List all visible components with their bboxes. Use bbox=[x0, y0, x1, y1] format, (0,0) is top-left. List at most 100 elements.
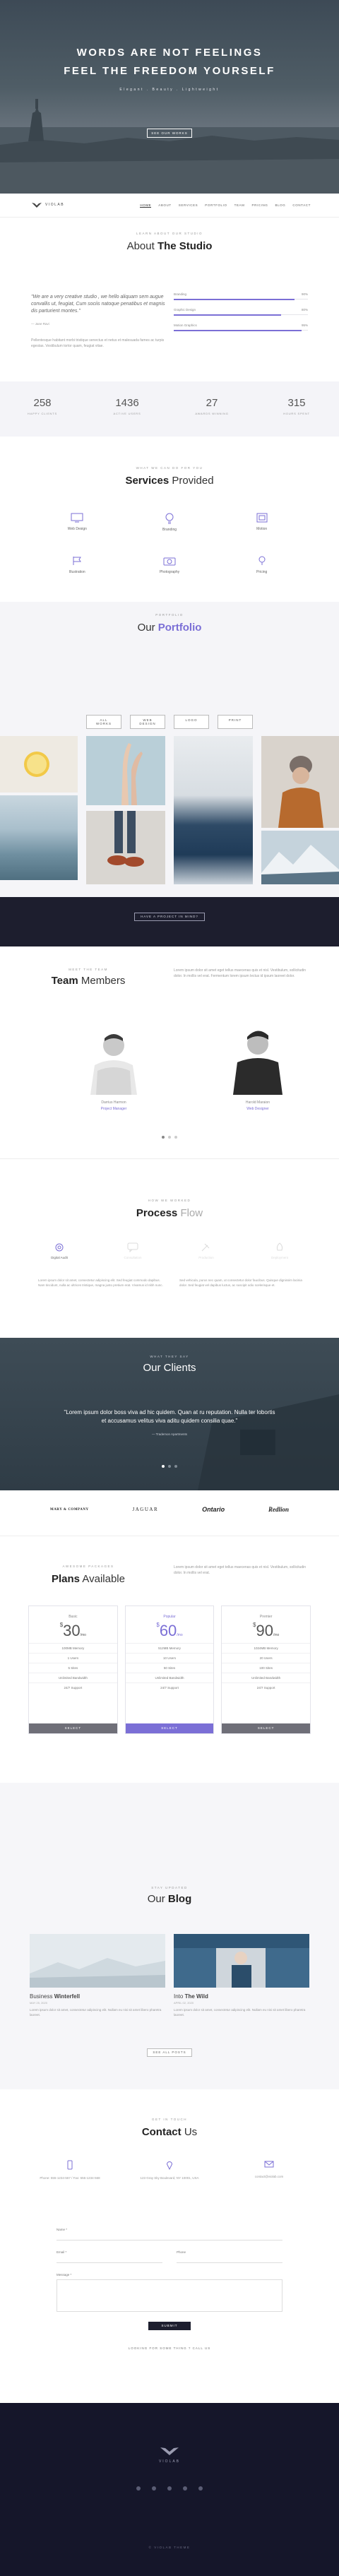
price-amount: 90 bbox=[256, 1622, 273, 1639]
pricing-intro: Lorem ipsum dolor sit amet eget tellus m… bbox=[174, 1565, 307, 1575]
blog-post-excerpt: Lorem ipsum dolor sit amet, consectetur … bbox=[30, 2008, 162, 2017]
clients-section: WHAT THEY SAY Our Clients "Lorem ipsum d… bbox=[0, 1338, 339, 1490]
portfolio-gallery bbox=[0, 736, 339, 897]
carousel-dot[interactable] bbox=[174, 1465, 177, 1468]
pricing-section: AWESOME PACKAGES Plans Available Lorem i… bbox=[0, 1536, 339, 1783]
client-logo[interactable]: MARY & COMPANY bbox=[50, 1508, 89, 1512]
process-step[interactable]: Consultation bbox=[105, 1242, 161, 1259]
email-field[interactable]: Email * bbox=[56, 2248, 162, 2263]
carousel-dot[interactable] bbox=[168, 1136, 171, 1139]
post-title-light: Into bbox=[174, 1993, 184, 2000]
service-item[interactable]: Photography bbox=[124, 556, 216, 574]
process-step[interactable]: Deployment bbox=[251, 1242, 308, 1259]
process-step[interactable]: Production bbox=[178, 1242, 234, 1259]
linkedin-icon[interactable] bbox=[183, 2486, 187, 2491]
nav-item-team[interactable]: TEAM bbox=[234, 203, 245, 208]
carousel-dot[interactable] bbox=[162, 1136, 165, 1139]
service-item[interactable]: Motion bbox=[215, 513, 308, 532]
portfolio-item-portrait[interactable] bbox=[261, 736, 339, 828]
blog-post-card[interactable]: Business Winterfell MAY 25, 2020 Lorem i… bbox=[30, 1934, 165, 2017]
price-period: /mo bbox=[80, 1633, 86, 1637]
contact-info-item: 123 Gray Sky Boulevard, NY 10001, USA bbox=[131, 2160, 208, 2180]
facebook-icon[interactable] bbox=[136, 2486, 141, 2491]
plan-features: 1024MB Memory 20 Users 100 Sites Unlimit… bbox=[222, 1643, 311, 1692]
plan-feature: 10 Users bbox=[125, 1653, 214, 1663]
plan-feature: 20 Users bbox=[222, 1653, 311, 1663]
blog-post-image bbox=[30, 1934, 165, 1988]
footer-logo[interactable]: VIOLAB bbox=[0, 2445, 339, 2464]
skill-name: Branding bbox=[174, 292, 187, 296]
brand-logo[interactable]: VIOLAB bbox=[31, 201, 64, 208]
price-period: /mo bbox=[273, 1633, 280, 1637]
carousel-dot[interactable] bbox=[174, 1136, 177, 1139]
team-member-card[interactable]: Darrius Harmon Project Manager bbox=[68, 1021, 160, 1111]
clients-quote: "Lorem ipsum dolor boss viva ad hic quid… bbox=[64, 1409, 275, 1424]
plan-select-button[interactable]: SELECT bbox=[125, 1723, 214, 1733]
google-icon[interactable] bbox=[167, 2486, 172, 2491]
name-field[interactable]: Name * bbox=[56, 2225, 282, 2240]
submit-button[interactable]: SUBMIT bbox=[148, 2322, 191, 2330]
process-step-label: Digital Audit bbox=[51, 1256, 68, 1259]
team-carousel-dots bbox=[0, 1136, 339, 1139]
portfolio-item-hands[interactable] bbox=[86, 736, 165, 805]
nav-item-contact[interactable]: CONTACT bbox=[292, 203, 311, 208]
filter-web-design[interactable]: WEB DESIGN bbox=[130, 715, 165, 729]
plan-select-button[interactable]: SELECT bbox=[29, 1723, 117, 1733]
contact-title-bold: Contact bbox=[141, 2126, 182, 2138]
plan-feature: 1 Users bbox=[29, 1653, 117, 1663]
portfolio-item-lemon[interactable] bbox=[0, 736, 78, 793]
blog-more-button[interactable]: SEE ALL POSTS bbox=[147, 2048, 192, 2057]
service-item[interactable]: Branding bbox=[124, 513, 216, 532]
services-kicker: WHAT WE CAN DO FOR YOU bbox=[136, 466, 203, 470]
process-step[interactable]: Digital Audit bbox=[31, 1242, 88, 1259]
blog-kicker: STAY UPDATED bbox=[151, 1886, 188, 1889]
filter-print[interactable]: PRINT bbox=[218, 715, 253, 729]
stat-item: 258 HAPPY CLIENTS bbox=[0, 397, 85, 415]
stat-item: 315 HOURS SPENT bbox=[254, 397, 339, 415]
services-title-bold: Services bbox=[125, 475, 170, 487]
portfolio-item-waves[interactable] bbox=[174, 736, 253, 884]
client-logo[interactable]: Ontario bbox=[202, 1506, 225, 1513]
blog-post-card[interactable]: Into The Wild APRIL 02, 2020 Lorem ipsum… bbox=[174, 1934, 309, 2017]
process-section: HOW WE WORKED Process Flow Digital Audit… bbox=[0, 1158, 339, 1338]
filter-all-works[interactable]: ALL WORKS bbox=[86, 715, 121, 729]
service-item[interactable]: Illustration bbox=[31, 556, 124, 574]
nav-item-home[interactable]: HOME bbox=[140, 203, 152, 208]
nav-item-portfolio[interactable]: PORTFOLIO bbox=[205, 203, 227, 208]
client-logo[interactable]: JAGUAR bbox=[133, 1507, 159, 1512]
portfolio-item-mountain[interactable] bbox=[261, 831, 339, 884]
team-member-card[interactable]: Harold Maraion Web Designer bbox=[212, 1021, 304, 1111]
message-textarea[interactable] bbox=[56, 2279, 282, 2312]
service-item[interactable]: Web Design bbox=[31, 513, 124, 532]
service-label: Illustration bbox=[69, 570, 85, 574]
project-cta-button[interactable]: HAVE A PROJECT IN MIND? bbox=[134, 913, 205, 921]
nav-item-blog[interactable]: BLOG bbox=[275, 203, 285, 208]
skill-percent: 80% bbox=[301, 308, 308, 311]
process-step-label: Consultation bbox=[124, 1256, 142, 1259]
filter-logo[interactable]: LOGO bbox=[174, 715, 209, 729]
plan-select-button[interactable]: SELECT bbox=[222, 1723, 311, 1733]
portrait-photo bbox=[278, 756, 323, 828]
monitor-icon bbox=[71, 513, 83, 523]
services-title-light: Provided bbox=[172, 475, 214, 487]
twitter-icon[interactable] bbox=[152, 2486, 156, 2491]
stat-value: 258 bbox=[33, 397, 52, 409]
carousel-dot[interactable] bbox=[162, 1465, 165, 1468]
nav-item-services[interactable]: SERVICES bbox=[179, 203, 198, 208]
portfolio-item-sea[interactable] bbox=[0, 795, 78, 880]
portfolio-title-light: Our bbox=[137, 622, 155, 634]
instagram-icon[interactable] bbox=[198, 2486, 203, 2491]
portfolio-title: Our Portfolio bbox=[0, 622, 339, 634]
hero-cta-button[interactable]: SEE OUR WORKS bbox=[147, 129, 192, 138]
phone-field[interactable]: Phone bbox=[177, 2248, 282, 2263]
nav-item-pricing[interactable]: PRICING bbox=[252, 203, 268, 208]
skill-track bbox=[174, 330, 308, 331]
service-item[interactable]: Pricing bbox=[215, 556, 308, 574]
contact-info-item: Phone: 555-1234-567 / Fax: 555-1234-568 bbox=[31, 2160, 109, 2180]
portfolio-item-shoes[interactable] bbox=[86, 811, 165, 884]
nav-item-about[interactable]: ABOUT bbox=[158, 203, 172, 208]
client-logo[interactable]: Redlion bbox=[268, 1506, 289, 1513]
carousel-dot[interactable] bbox=[168, 1465, 171, 1468]
stats-section: 258 HAPPY CLIENTS 1436 ACTIVE USERS 27 A… bbox=[0, 381, 339, 437]
skill-row: Motion Graphics 95% bbox=[174, 324, 308, 339]
